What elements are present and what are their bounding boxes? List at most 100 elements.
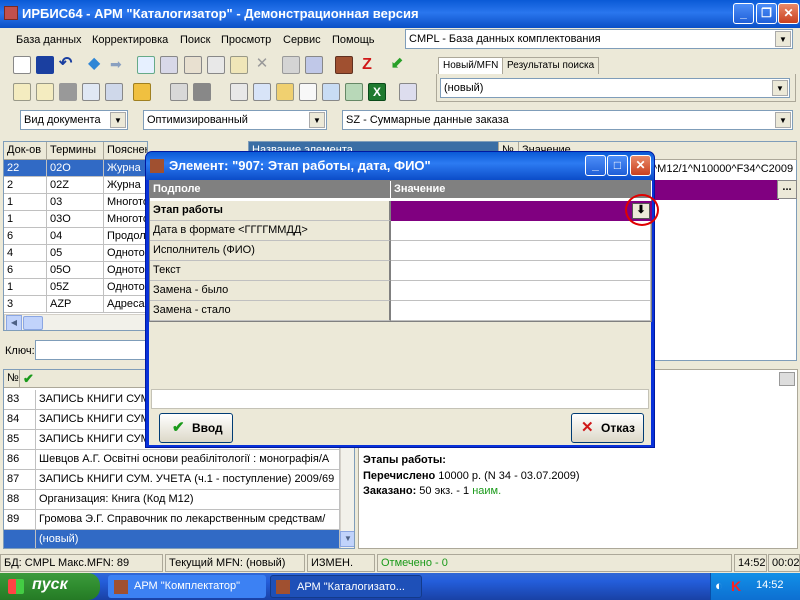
database-select[interactable]: CMPL - База данных комплектования ▼ xyxy=(405,29,793,49)
col-header-docs[interactable]: Док-ов xyxy=(4,142,47,160)
tree2-icon[interactable] xyxy=(105,83,123,101)
forward-icon[interactable]: ➡ xyxy=(110,56,128,74)
table-row[interactable]: 3 AZP Адреса xyxy=(4,296,147,313)
table-row[interactable]: 6 05O Одното xyxy=(4,262,147,279)
dialog-text-field[interactable] xyxy=(151,389,649,409)
chevron-down-icon[interactable]: ▼ xyxy=(775,31,791,47)
save-icon[interactable] xyxy=(36,56,54,74)
title-bar[interactable]: ИРБИС64 - АРМ "Каталогизатор" - Демонстр… xyxy=(0,0,800,28)
chevron-down-icon[interactable]: ▼ xyxy=(309,112,325,128)
table-row[interactable]: 1 03O Многото xyxy=(4,211,147,228)
col-header-note[interactable]: Пояснен xyxy=(104,142,147,160)
subfield-row[interactable]: Дата в формате <ГГГГММДД> xyxy=(150,221,391,241)
clock[interactable]: 14:52 xyxy=(756,579,784,591)
table-row[interactable]: 1 05Z Одното xyxy=(4,279,147,296)
grid-icon[interactable] xyxy=(160,56,178,74)
import-icon[interactable] xyxy=(305,56,323,74)
undo-icon[interactable]: ↶ xyxy=(59,56,77,74)
panel-icon[interactable] xyxy=(779,372,795,386)
menu-help[interactable]: Помощь xyxy=(332,31,375,49)
info-line-2-link[interactable]: наим. xyxy=(472,485,501,497)
search-form2-icon[interactable] xyxy=(36,83,54,101)
table-row[interactable]: 6 04 Продол xyxy=(4,228,147,245)
doc-view-select[interactable]: Вид документа ▼ xyxy=(20,110,128,130)
subfield-row[interactable]: Исполнитель (ФИО) xyxy=(150,241,391,261)
chevron-down-icon[interactable]: ▼ xyxy=(775,112,791,128)
subfield-value-cell[interactable] xyxy=(391,221,651,241)
col-header-num[interactable]: № xyxy=(4,370,20,388)
record-icon[interactable] xyxy=(282,56,300,74)
subfield-value-cell[interactable] xyxy=(391,281,651,301)
dialog-close-button[interactable]: ✕ xyxy=(630,155,651,176)
scroll-down-icon[interactable]: ▼ xyxy=(340,531,354,547)
help-icon[interactable] xyxy=(399,83,417,101)
back-icon[interactable]: ◆ xyxy=(88,56,106,74)
restore-button[interactable]: ❐ xyxy=(756,3,777,24)
menu-edit[interactable]: Корректировка xyxy=(92,31,168,49)
ok-button[interactable]: ✔ Ввод xyxy=(159,413,233,443)
copy-icon[interactable] xyxy=(137,56,155,74)
export-icon[interactable] xyxy=(276,83,294,101)
subfield-value-cell[interactable] xyxy=(391,261,651,281)
table-row[interactable]: 22 02O Журна xyxy=(4,160,147,177)
list-item[interactable]: 87 ЗАПИСЬ КНИГИ СУМ. УЧЕТА (ч.1 - поступл… xyxy=(4,470,340,490)
menu-search[interactable]: Поиск xyxy=(180,31,210,49)
col-header-subfield[interactable]: Подполе xyxy=(150,181,391,199)
search-form-icon[interactable] xyxy=(13,83,31,101)
subfield-value-cell[interactable] xyxy=(391,301,651,321)
print-preview-icon[interactable] xyxy=(170,83,188,101)
print2-icon[interactable] xyxy=(253,83,271,101)
start-button[interactable]: пуск xyxy=(0,573,100,600)
z-icon[interactable]: Z xyxy=(358,56,376,74)
key-input[interactable] xyxy=(35,340,150,360)
list-item[interactable]: 86 Шевцов А.Г. Освітні основи реабілітоло… xyxy=(4,450,340,470)
worksheet-selected-row[interactable] xyxy=(649,180,779,200)
table-row[interactable]: 2 02Z Журна xyxy=(4,177,147,194)
new-mfn-select[interactable]: (новый) ▼ xyxy=(440,78,790,98)
active-value-cell[interactable] xyxy=(391,201,652,221)
tab-new-mfn[interactable]: Новый/MFN xyxy=(438,57,504,74)
disabled-icon[interactable] xyxy=(59,83,77,101)
dialog-minimize-button[interactable]: _ xyxy=(585,155,606,176)
list-item[interactable]: 89 Громова Э.Г. Справочник по лекарственн… xyxy=(4,510,340,530)
worksheet-value-text[interactable]: ^M12/1^N10000^F34^C2009 xyxy=(649,161,797,178)
table-row[interactable]: 1 03 Многото xyxy=(4,194,147,211)
task-complectator[interactable]: АРМ "Комплектатор" xyxy=(108,575,266,598)
minimize-button[interactable]: _ xyxy=(733,3,754,24)
list-item[interactable]: 88 Организация: Книга (Код М12) xyxy=(4,490,340,510)
excel-icon[interactable]: X xyxy=(368,83,386,101)
sort-icon[interactable] xyxy=(133,83,151,101)
edit-icon[interactable] xyxy=(230,56,248,74)
print-icon[interactable] xyxy=(230,83,248,101)
horizontal-scrollbar[interactable]: ◀ xyxy=(4,314,147,330)
menu-view[interactable]: Просмотр xyxy=(221,31,271,49)
list-icon[interactable] xyxy=(184,56,202,74)
speaker-icon[interactable]: ◐ xyxy=(715,578,723,593)
scroll-thumb[interactable] xyxy=(23,316,43,330)
dialog-title-bar[interactable]: Элемент: "907: Этап работы, дата, ФИО" _… xyxy=(146,152,654,180)
scroll-left-icon[interactable]: ◀ xyxy=(6,315,22,330)
chevron-down-icon[interactable]: ▼ xyxy=(110,112,126,128)
chevron-down-icon[interactable]: ▼ xyxy=(772,80,788,96)
tree-icon[interactable] xyxy=(207,56,225,74)
worksheet-select[interactable]: SZ - Суммарные данные заказа ▼ xyxy=(342,110,793,130)
menu-database[interactable]: База данных xyxy=(16,31,82,49)
new-doc-icon[interactable] xyxy=(13,56,31,74)
delete-icon[interactable]: ✕ xyxy=(253,56,271,74)
book-icon[interactable] xyxy=(335,56,353,74)
ellipsis-button[interactable]: ... xyxy=(777,180,797,199)
cancel-button[interactable]: ✕ Отказ xyxy=(571,413,644,443)
tab-search-results[interactable]: Результаты поиска xyxy=(502,57,600,74)
table-row[interactable]: 4 05 Одното xyxy=(4,245,147,262)
list-item[interactable]: (новый) xyxy=(4,530,340,548)
task-cataloger[interactable]: АРМ "Каталогизато... xyxy=(270,575,422,598)
check-doc-icon[interactable] xyxy=(345,83,363,101)
subfield-value-cell[interactable] xyxy=(391,241,651,261)
col-header-terms[interactable]: Термины xyxy=(47,142,104,160)
doc-icon[interactable] xyxy=(299,83,317,101)
optimized-select[interactable]: Оптимизированный ▼ xyxy=(143,110,327,130)
subfield-row[interactable]: Замена - было xyxy=(150,281,391,301)
dialog-maximize-button[interactable]: □ xyxy=(607,155,628,176)
close-button[interactable]: ✕ xyxy=(778,3,799,24)
doc2-icon[interactable] xyxy=(322,83,340,101)
